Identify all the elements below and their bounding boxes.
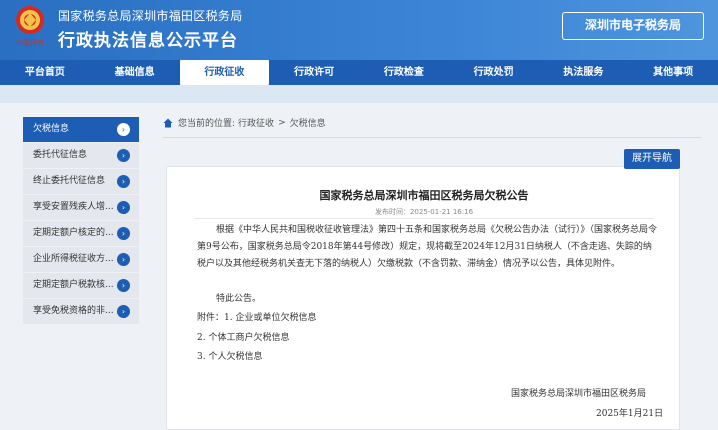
- breadcrumb: 您当前的位置: 行政征收 > 欠税信息: [163, 116, 326, 129]
- sidebar-item-label: 享受免税资格的非...: [33, 306, 114, 316]
- nav-home[interactable]: 平台首页: [0, 60, 90, 85]
- sidebar-item-label: 终止委托代征信息: [33, 176, 106, 186]
- sidebar-item-label: 企业所得税征收方...: [33, 254, 114, 264]
- org-name: 国家税务总局深圳市福田区税务局: [58, 9, 243, 23]
- main-nav: 平台首页 基础信息 行政征收 行政许可 行政检查 行政处罚 执法服务 其他事项: [0, 60, 718, 85]
- sidebar-item-label: 定期定额户税款核...: [33, 280, 114, 290]
- chevron-right-icon: ›: [117, 123, 130, 136]
- sidebar-item-label: 欠税信息: [33, 124, 70, 134]
- nav-admin-permit[interactable]: 行政许可: [269, 60, 359, 85]
- article-divider: [195, 218, 653, 219]
- chevron-right-icon: ›: [117, 201, 130, 214]
- site-header: 中国税务 国家税务总局深圳市福田区税务局 行政执法信息公示平台 深圳市电子税务局: [0, 0, 718, 60]
- sidebar-item-fixed-quota[interactable]: 定期定额户核定的... ›: [23, 221, 139, 246]
- issue-date: 2025年1月21日: [596, 409, 664, 419]
- sidebar-item-label: 委托代征信息: [33, 150, 88, 160]
- article-publish-date: 发布时间：2025-01-21 16:16: [374, 208, 474, 216]
- sidebar-item-terminated-collection[interactable]: 终止委托代征信息 ›: [23, 169, 139, 194]
- sidebar-item-fixed-quota-assessment[interactable]: 定期定额户税款核... ›: [23, 273, 139, 298]
- breadcrumb-prefix: 您当前的位置:: [178, 119, 236, 129]
- issuer-signature: 国家税务总局深圳市福田区税务局: [511, 389, 647, 399]
- attachment-link-individual[interactable]: 3. 个人欠税信息: [197, 349, 262, 362]
- chevron-right-icon: ›: [117, 149, 130, 162]
- sidebar-item-tax-arrears[interactable]: 欠税信息 ›: [23, 117, 139, 142]
- breadcrumb-tax-arrears[interactable]: 欠税信息: [290, 116, 326, 129]
- nav-other-matters[interactable]: 其他事项: [628, 60, 718, 85]
- sidebar-item-entrusted-collection[interactable]: 委托代征信息 ›: [23, 143, 139, 168]
- sidebar-item-label: 定期定额户核定的...: [33, 228, 114, 238]
- chevron-right-icon: ›: [117, 175, 130, 188]
- breadcrumb-divider: [163, 137, 701, 138]
- breadcrumb-admin-collection[interactable]: 行政征收: [238, 116, 274, 129]
- nav-enforcement-service[interactable]: 执法服务: [539, 60, 629, 85]
- expand-nav-button[interactable]: 展开导航: [624, 149, 680, 169]
- nav-admin-penalty[interactable]: 行政处罚: [449, 60, 539, 85]
- chevron-right-icon: ›: [117, 279, 130, 292]
- article-body: 根据《中华人民共和国税收征收管理法》第四十五条和国家税务总局《欠税公告办法（试行…: [197, 225, 658, 269]
- breadcrumb-separator: >: [278, 117, 286, 128]
- sidebar: 欠税信息 › 委托代征信息 › 终止委托代征信息 › 享受安置残疾人增... ›…: [23, 117, 139, 325]
- announcement-article: 国家税务总局深圳市福田区税务局欠税公告 发布时间：2025-01-21 16:1…: [166, 166, 680, 430]
- article-title: 国家税务总局深圳市福田区税务局欠税公告: [319, 189, 529, 202]
- e-tax-bureau-button[interactable]: 深圳市电子税务局: [562, 12, 704, 40]
- chevron-right-icon: ›: [117, 253, 130, 266]
- nav-basic-info[interactable]: 基础信息: [90, 60, 180, 85]
- tax-emblem-logo: 中国税务: [16, 6, 44, 47]
- home-icon: [163, 118, 173, 127]
- logo-text: 中国税务: [16, 38, 44, 47]
- sidebar-item-disabled-employment[interactable]: 享受安置残疾人增... ›: [23, 195, 139, 220]
- sidebar-item-tax-exempt[interactable]: 享受免税资格的非... ›: [23, 299, 139, 324]
- sidebar-item-label: 享受安置残疾人增...: [33, 202, 114, 212]
- nav-underline-band: [0, 85, 718, 103]
- chevron-right-icon: ›: [117, 227, 130, 240]
- platform-title: 行政执法信息公示平台: [58, 31, 238, 51]
- attachment-link-individual-business[interactable]: 2. 个体工商户欠税信息: [197, 330, 289, 343]
- sidebar-item-income-tax-method[interactable]: 企业所得税征收方... ›: [23, 247, 139, 272]
- nav-admin-inspection[interactable]: 行政检查: [359, 60, 449, 85]
- chevron-right-icon: ›: [117, 305, 130, 318]
- article-notice: 特此公告。: [216, 294, 262, 304]
- nav-admin-collection[interactable]: 行政征收: [179, 60, 270, 85]
- attachment-link-enterprise[interactable]: 附件：1. 企业或单位欠税信息: [197, 310, 316, 323]
